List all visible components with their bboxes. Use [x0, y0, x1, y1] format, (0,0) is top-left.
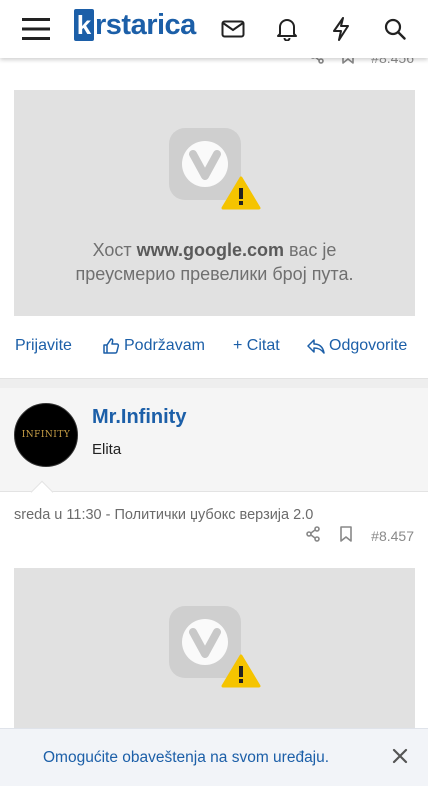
- user-rank: Elita: [92, 441, 122, 458]
- enable-notifications-link[interactable]: Omogućite obaveštenja na svom uređaju.: [43, 749, 329, 767]
- lightning-icon[interactable]: [321, 9, 361, 49]
- site-logo[interactable]: k rstarica: [74, 8, 196, 42]
- thumbs-up-icon: [103, 338, 120, 354]
- mail-icon[interactable]: [213, 9, 253, 49]
- reply-icon: [307, 339, 325, 354]
- browser-error-icon: [167, 128, 263, 212]
- post-separator: [0, 378, 428, 388]
- browser-error-icon: [167, 606, 263, 690]
- bottom-edge: [0, 786, 428, 800]
- menu-icon[interactable]: [16, 9, 56, 49]
- notification-banner: Omogućite obaveštenja na svom uređaju.: [0, 728, 428, 786]
- embedded-content-error: Хост www.google.com вас је преусмерио пр…: [14, 90, 415, 316]
- post-number[interactable]: #8.457: [371, 528, 414, 544]
- report-button[interactable]: Prijavite: [15, 337, 72, 355]
- post-author-block: INFINITY Mr.Infinity Elita: [0, 388, 428, 504]
- logo-mark: k: [74, 9, 94, 41]
- reply-button[interactable]: Odgovorite: [307, 337, 407, 355]
- like-button[interactable]: Podržavam: [102, 337, 205, 355]
- bell-icon[interactable]: [267, 9, 307, 49]
- close-icon[interactable]: [390, 746, 410, 766]
- embedded-content-error: [14, 568, 415, 738]
- search-icon[interactable]: [375, 9, 415, 49]
- bookmark-icon[interactable]: [339, 526, 353, 545]
- username-link[interactable]: Mr.Infinity: [92, 406, 186, 429]
- share-icon[interactable]: [305, 526, 321, 545]
- post-action-bar: Prijavite Podržavam + Citat Odgovorite: [0, 326, 428, 366]
- top-navigation-bar: k rstarica: [0, 0, 428, 58]
- author-pointer: [30, 480, 54, 504]
- post-meta[interactable]: sreda u 11:30 - Политички џубокс верзија…: [14, 507, 313, 523]
- error-message: Хост www.google.com вас је преусмерио пр…: [75, 240, 354, 284]
- logo-text: rstarica: [95, 8, 196, 41]
- avatar[interactable]: INFINITY: [14, 403, 78, 467]
- post-actions: #8.457: [305, 526, 414, 545]
- quote-button[interactable]: + Citat: [233, 337, 280, 355]
